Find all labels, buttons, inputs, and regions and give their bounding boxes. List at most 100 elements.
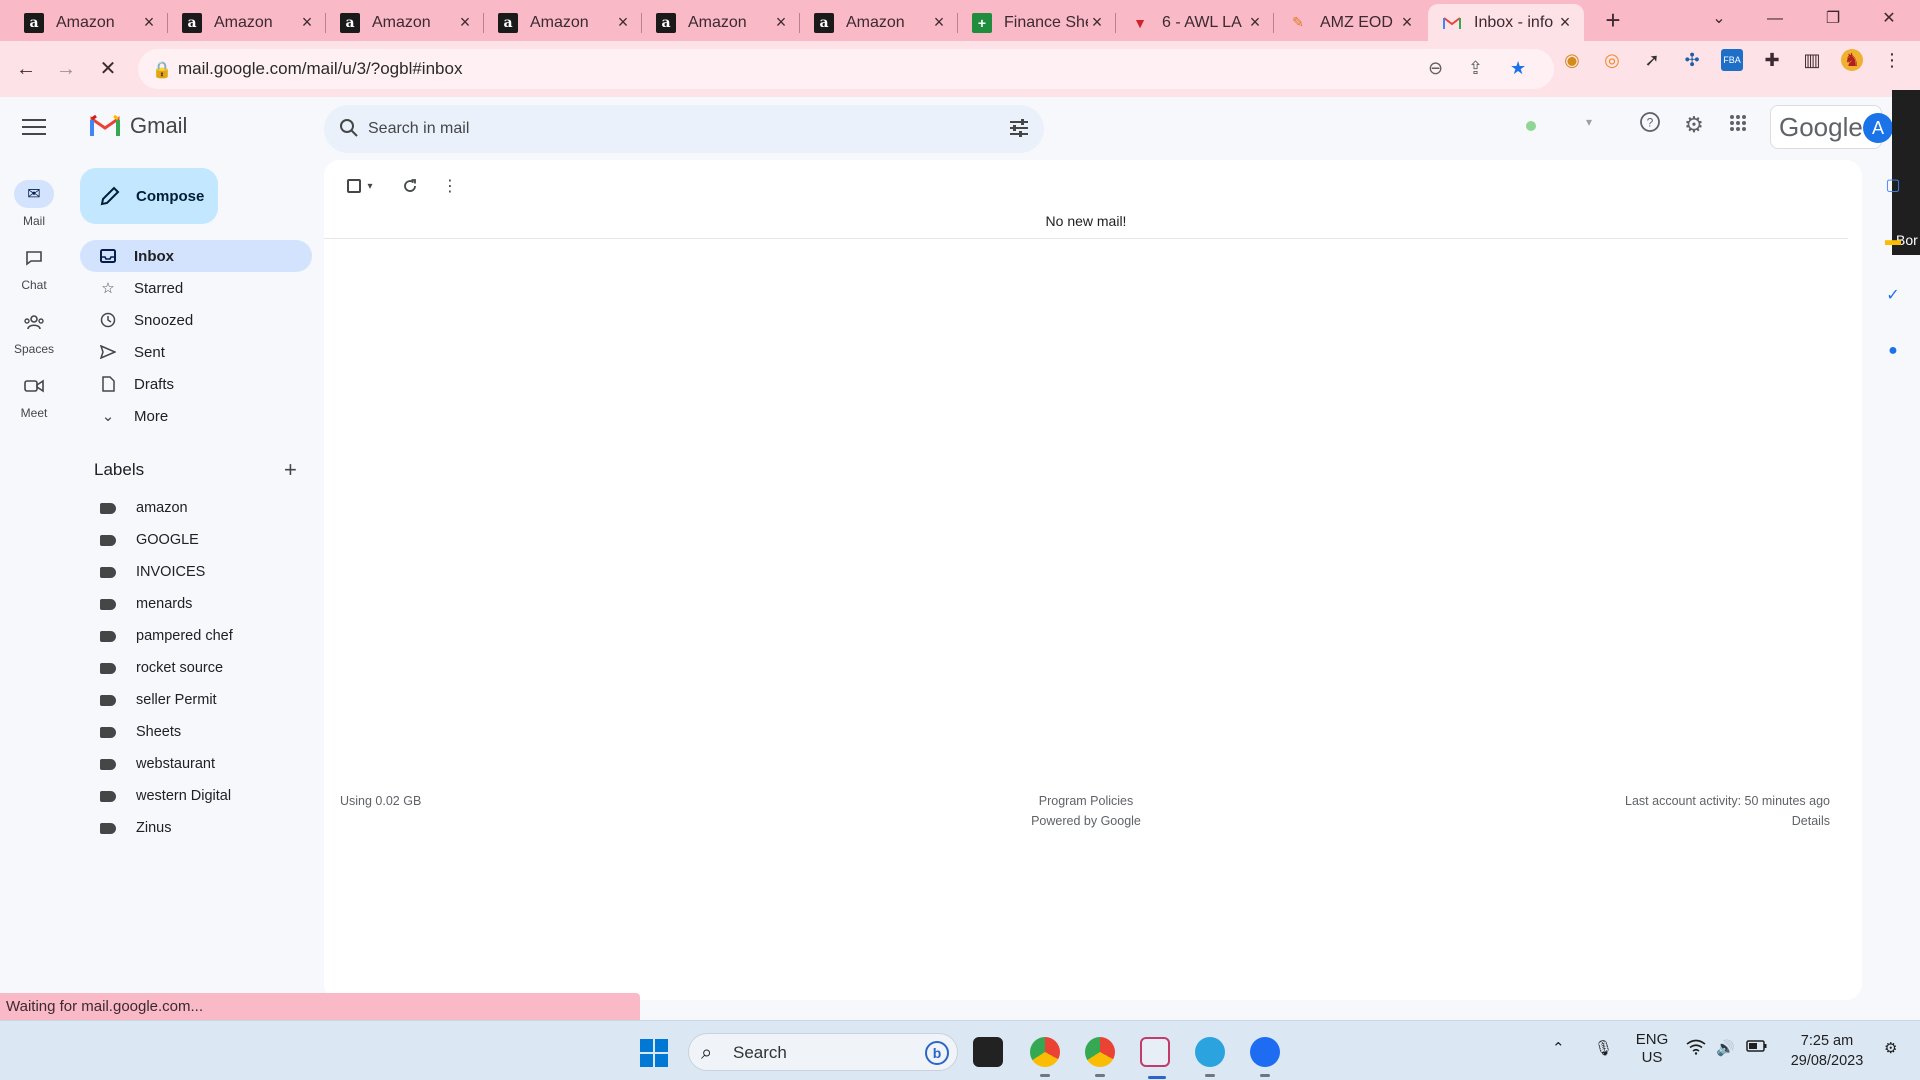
minimize-icon[interactable]: —: [1752, 0, 1798, 41]
label-item[interactable]: INVOICES: [80, 556, 312, 588]
language-indicator[interactable]: ENG US: [1630, 1031, 1674, 1067]
browser-tab[interactable]: a Amazon ×: [168, 4, 326, 41]
keep-icon[interactable]: ▬: [1884, 232, 1902, 250]
browser-tab[interactable]: a Amazon ×: [326, 4, 484, 41]
address-bar[interactable]: 🔒 mail.google.com/mail/u/3/?ogbl#inbox ⊖…: [138, 49, 1554, 89]
nav-inbox[interactable]: Inbox: [80, 240, 312, 272]
close-icon[interactable]: ×: [930, 12, 948, 33]
browser-tab[interactable]: a Amazon ×: [10, 4, 168, 41]
browser-tab[interactable]: a Amazon ×: [484, 4, 642, 41]
lock-icon[interactable]: 🔒: [152, 60, 172, 80]
label-item[interactable]: Zinus: [80, 812, 312, 844]
rail-spaces[interactable]: Spaces: [0, 308, 68, 356]
profile-avatar-icon[interactable]: ♞: [1841, 49, 1863, 71]
close-icon[interactable]: ×: [614, 12, 632, 33]
rail-mail[interactable]: ✉ Mail: [0, 180, 68, 228]
microphone-icon[interactable]: 🎙: [1594, 1039, 1613, 1057]
help-icon[interactable]: ?: [1636, 111, 1664, 139]
notification-icon[interactable]: ⚙: [1884, 1039, 1897, 1057]
nav-more[interactable]: ⌄ More: [80, 400, 312, 432]
tray-overflow-icon[interactable]: ⌃: [1552, 1039, 1565, 1057]
browser-menu-icon[interactable]: ⋮: [1881, 49, 1903, 71]
tab-search-icon[interactable]: ⌄: [1696, 0, 1742, 41]
extension-fba-icon[interactable]: FBA: [1721, 49, 1743, 71]
battery-icon[interactable]: [1746, 1039, 1768, 1057]
apps-grid-icon[interactable]: [1724, 111, 1752, 139]
close-icon[interactable]: ×: [1088, 12, 1106, 33]
windows-start-icon[interactable]: [640, 1039, 668, 1067]
close-icon[interactable]: ×: [772, 12, 790, 33]
rail-meet[interactable]: Meet: [0, 372, 68, 420]
taskbar-search[interactable]: ⌕ Search b: [688, 1033, 958, 1071]
volume-icon[interactable]: 🔊: [1716, 1039, 1735, 1057]
browser-tab[interactable]: a Amazon ×: [800, 4, 958, 41]
extension-orange-icon[interactable]: ◎: [1601, 49, 1623, 71]
snipping-tool-icon[interactable]: [1140, 1037, 1170, 1079]
add-label-button[interactable]: +: [284, 457, 297, 483]
bing-icon[interactable]: b: [925, 1041, 949, 1065]
close-icon[interactable]: ×: [140, 12, 158, 33]
chrome-icon[interactable]: [1030, 1037, 1060, 1077]
extension-arrow-icon[interactable]: ➚: [1641, 49, 1663, 71]
main-menu-icon[interactable]: [22, 119, 46, 139]
settings-gear-icon[interactable]: ⚙: [1680, 111, 1708, 139]
nav-starred[interactable]: ☆ Starred: [80, 272, 312, 304]
file-explorer-icon[interactable]: [973, 1037, 1003, 1067]
clock[interactable]: 7:25 am 29/08/2023: [1782, 1031, 1872, 1071]
gmail-logo[interactable]: Gmail: [90, 113, 187, 139]
rail-chat[interactable]: Chat: [0, 244, 68, 292]
label-item[interactable]: pampered chef: [80, 620, 312, 652]
bookmark-star-icon[interactable]: ★: [1510, 58, 1526, 79]
nav-snoozed[interactable]: Snoozed: [80, 304, 312, 336]
new-tab-button[interactable]: +: [1598, 6, 1628, 36]
status-indicator[interactable]: ▾: [1510, 105, 1606, 145]
back-icon[interactable]: ←: [8, 51, 44, 87]
chrome-profile-icon[interactable]: [1085, 1037, 1115, 1077]
label-item[interactable]: menards: [80, 588, 312, 620]
calendar-icon[interactable]: ▢: [1884, 177, 1902, 195]
details-link[interactable]: Details: [1792, 814, 1830, 828]
browser-tab-active[interactable]: Inbox - info ×: [1428, 4, 1584, 41]
telegram-icon[interactable]: [1195, 1037, 1225, 1077]
restore-icon[interactable]: ❐: [1810, 0, 1856, 41]
browser-tab[interactable]: + Finance She ×: [958, 4, 1116, 41]
mail-search-bar[interactable]: [324, 105, 1044, 153]
program-policies-link[interactable]: Program Policies: [324, 794, 1848, 808]
extension-cookie-icon[interactable]: ◉: [1561, 49, 1583, 71]
label-item[interactable]: western Digital: [80, 780, 312, 812]
nav-sent[interactable]: Sent: [80, 336, 312, 368]
forward-icon[interactable]: →: [48, 51, 84, 87]
label-item[interactable]: rocket source: [80, 652, 312, 684]
google-account-button[interactable]: Google A: [1770, 105, 1893, 149]
browser-tab[interactable]: ▼ 6 - AWL LA ×: [1116, 4, 1274, 41]
refresh-icon[interactable]: [396, 172, 424, 200]
more-options-icon[interactable]: ⋮: [436, 172, 464, 200]
zoom-icon[interactable]: [1250, 1037, 1280, 1077]
nav-drafts[interactable]: Drafts: [80, 368, 312, 400]
wifi-icon[interactable]: [1686, 1039, 1706, 1059]
label-item[interactable]: Sheets: [80, 716, 312, 748]
extensions-puzzle-icon[interactable]: ✚: [1761, 49, 1783, 71]
label-item[interactable]: seller Permit: [80, 684, 312, 716]
label-item[interactable]: GOOGLE: [80, 524, 312, 556]
side-panel-icon[interactable]: ▥: [1801, 49, 1823, 71]
close-icon[interactable]: ×: [298, 12, 316, 33]
compose-button[interactable]: Compose: [80, 168, 218, 224]
label-item[interactable]: webstaurant: [80, 748, 312, 780]
search-options-icon[interactable]: [1008, 117, 1030, 139]
select-menu-chevron-icon[interactable]: ▾: [356, 172, 384, 200]
extension-keepa-icon[interactable]: ✣: [1681, 49, 1703, 71]
share-icon[interactable]: ⇪: [1468, 58, 1483, 79]
window-close-icon[interactable]: ✕: [1866, 0, 1912, 41]
close-icon[interactable]: ×: [456, 12, 474, 33]
zoom-icon[interactable]: ⊖: [1428, 58, 1443, 79]
label-item[interactable]: amazon: [80, 492, 312, 524]
contacts-icon[interactable]: ●: [1884, 342, 1902, 360]
tasks-icon[interactable]: ✓: [1884, 287, 1902, 305]
close-icon[interactable]: ×: [1398, 12, 1416, 33]
close-icon[interactable]: ×: [1556, 12, 1574, 33]
url-text[interactable]: mail.google.com/mail/u/3/?ogbl#inbox: [178, 59, 462, 79]
search-icon[interactable]: [338, 117, 360, 139]
browser-tab[interactable]: ✎ AMZ EOD R ×: [1274, 4, 1426, 41]
account-avatar[interactable]: A: [1863, 113, 1893, 143]
